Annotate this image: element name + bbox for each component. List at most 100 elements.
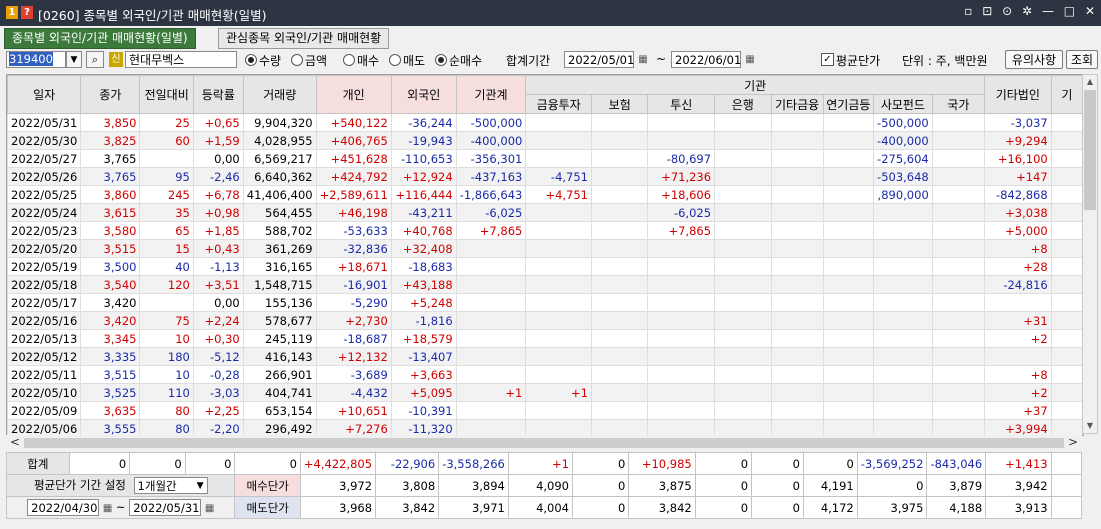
calendar-icon[interactable]: ▦	[635, 51, 651, 68]
scroll-thumb[interactable]	[1084, 90, 1096, 210]
table-row[interactable]: 2022/05/26 3,765 95 -2,46 6,640,362 +424,792 +…	[7, 167, 1083, 186]
link-icon[interactable]: ▫	[964, 4, 972, 18]
query-button[interactable]: 조회	[1066, 50, 1098, 69]
scroll-left-icon[interactable]: <	[10, 435, 20, 449]
col-header-nation[interactable]: 국가	[931, 94, 985, 114]
cell-close: 3,850	[80, 113, 141, 132]
avg-period-select[interactable]: 1개월간 ▼	[133, 477, 208, 494]
total-cell: 0	[129, 452, 186, 475]
cell-change: 75	[139, 311, 194, 330]
col-header-foreign[interactable]: 외국인	[390, 75, 457, 114]
cell-financial	[525, 419, 592, 435]
table-row[interactable]: 2022/05/30 3,825 60 +1,59 4,028,955 +406,765-…	[7, 131, 1083, 150]
col-header-inst-total[interactable]: 기관계	[455, 75, 527, 114]
col-header-close[interactable]: 종가	[80, 75, 141, 114]
avg-price-checkbox[interactable]: ✓	[821, 53, 834, 66]
scroll-thumb[interactable]	[24, 438, 1064, 448]
search-icon[interactable]: ⌕	[86, 51, 104, 68]
radio-amount[interactable]: 금액	[291, 52, 327, 69]
col-header-more[interactable]: 기	[1050, 75, 1083, 114]
settings-icon[interactable]: ✲	[1022, 4, 1032, 18]
table-row[interactable]: 2022/05/23 3,580 65 +1,85 588,702 -53,633 +40,…	[7, 221, 1083, 240]
col-header-insurance[interactable]: 보험	[590, 94, 649, 114]
table-row[interactable]: 2022/05/20 3,515 15 +0,43 361,269 -32,836 +32,…	[7, 239, 1083, 258]
chevron-down-icon[interactable]: ▼	[66, 51, 82, 68]
cell-date: 2022/05/06	[7, 419, 82, 435]
period-label: 합계기간	[506, 54, 551, 68]
cell-individual: -18,687	[315, 329, 392, 348]
col-header-other-corp[interactable]: 기타법인	[983, 75, 1052, 114]
cell-bank	[714, 131, 772, 150]
calendar-icon[interactable]: ▦	[103, 503, 112, 514]
radio-sell[interactable]: 매도	[389, 52, 425, 69]
screen-number-badge[interactable]: 1	[6, 6, 18, 19]
cell-foreign: +32,408	[390, 239, 457, 258]
total-cell: -3,569,252	[856, 452, 928, 475]
table-row[interactable]: 2022/05/18 3,540 120 +3,51 1,548,715 -16,901 +…	[7, 275, 1083, 294]
table-row[interactable]: 2022/05/27 3,765 0,00 6,569,217 +451,628 -110…	[7, 149, 1083, 168]
col-header-other-fin[interactable]: 기타금융	[770, 94, 824, 114]
cell-inst-total: +1	[455, 383, 527, 402]
cell-pension	[822, 131, 875, 150]
table-row[interactable]: 2022/05/10 3,525 110 -3,03 404,741 -4,432 +5,0…	[7, 383, 1083, 402]
save-icon[interactable]: ⊡	[982, 4, 992, 18]
cell-individual: +12,132	[315, 347, 392, 366]
table-row[interactable]: 2022/05/31 3,850 25 +0,65 9,904,320 +540,122-…	[7, 113, 1083, 132]
table-row[interactable]: 2022/05/13 3,345 10 +0,30 245,119 -18,687 +18,…	[7, 329, 1083, 348]
col-header-financial[interactable]: 금융투자	[525, 94, 592, 114]
radio-quantity[interactable]: 수량	[245, 52, 281, 69]
col-header-bank[interactable]: 은행	[714, 94, 772, 114]
stock-code-input[interactable]: 319400	[6, 51, 66, 68]
table-row[interactable]: 2022/05/09 3,635 80 +2,25 653,154 +10,651 -10,…	[7, 401, 1083, 420]
col-header-rate[interactable]: 등락률	[192, 75, 244, 114]
tab-stock-daily[interactable]: 종목별 외국인/기관 매매현황(일별)	[4, 28, 196, 49]
horizontal-scrollbar[interactable]: < >	[6, 435, 1082, 451]
cell-financial	[525, 329, 592, 348]
avg-to-input[interactable]: 2022/05/31	[129, 499, 202, 516]
table-row[interactable]: 2022/05/06 3,555 80 -2,20 296,492 +7,276 -11,3…	[7, 419, 1083, 435]
col-header-private-fund[interactable]: 사모펀드	[873, 94, 933, 114]
col-header-volume[interactable]: 거래량	[242, 75, 317, 114]
col-header-date[interactable]: 일자	[7, 75, 82, 114]
table-row[interactable]: 2022/05/11 3,515 10 -0,28 266,901 -3,689 +3,66…	[7, 365, 1083, 384]
cell-financial	[525, 293, 592, 312]
notice-button[interactable]: 유의사항	[1005, 50, 1063, 69]
date-to-input[interactable]: 2022/06/01	[671, 51, 741, 68]
cell-change: 80	[139, 401, 194, 420]
camera-icon[interactable]: ⊙	[1002, 4, 1012, 18]
table-row[interactable]: 2022/05/16 3,420 75 +2,24 578,677 +2,730 -1,81…	[7, 311, 1083, 330]
table-row[interactable]: 2022/05/19 3,500 40 -1,13 316,165 +18,671 -18,…	[7, 257, 1083, 276]
vertical-scrollbar[interactable]: ▲ ▼	[1082, 74, 1098, 434]
radio-buy[interactable]: 매수	[343, 52, 379, 69]
calendar-icon[interactable]: ▦	[205, 503, 214, 514]
date-from-input[interactable]: 2022/05/01	[564, 51, 634, 68]
help-badge[interactable]: ?	[21, 6, 33, 19]
close-icon[interactable]: ✕	[1085, 4, 1095, 18]
unit-text: 단위 : 주, 백만원	[902, 54, 988, 68]
cell-volume: 9,904,320	[242, 113, 317, 132]
cell-more	[1050, 365, 1083, 384]
table-row[interactable]: 2022/05/24 3,615 35 +0,98 564,455 +46,198 -43,…	[7, 203, 1083, 222]
minimize-icon[interactable]: —	[1042, 4, 1054, 18]
total-cell: -843,046	[926, 452, 987, 475]
col-header-trust[interactable]: 투신	[647, 94, 716, 114]
col-header-change[interactable]: 전일대비	[139, 75, 194, 114]
col-header-pension[interactable]: 연기금등	[822, 94, 875, 114]
tab-watchlist[interactable]: 관심종목 외국인/기관 매매현황	[218, 28, 390, 49]
table-row[interactable]: 2022/05/17 3,420 0,00 155,136 -5,290 +5,248	[7, 293, 1083, 312]
scroll-up-icon[interactable]: ▲	[1083, 75, 1097, 89]
calendar-icon[interactable]: ▦	[742, 51, 758, 68]
avg-from-input[interactable]: 2022/04/30	[27, 499, 100, 516]
maximize-icon[interactable]: □	[1064, 4, 1075, 18]
col-header-individual[interactable]: 개인	[315, 75, 392, 114]
cell-change: 25	[139, 113, 194, 132]
scroll-right-icon[interactable]: >	[1068, 435, 1078, 449]
radio-net-buy[interactable]: 순매수	[435, 52, 482, 69]
cell-insurance	[590, 383, 649, 402]
scroll-down-icon[interactable]: ▼	[1083, 419, 1097, 433]
table-row[interactable]: 2022/05/25 3,860 245 +6,78 41,406,400 +2,589,…	[7, 185, 1083, 204]
cell-change: 10	[139, 365, 194, 384]
table-row[interactable]: 2022/05/12 3,335 180 -5,12 416,143 +12,132 -13…	[7, 347, 1083, 366]
data-grid[interactable]: 일자 종가 전일대비 등락률 거래량 개인 외국인 기관계 기관 기타법인 기 …	[6, 74, 1084, 436]
cell-nation	[931, 221, 985, 240]
